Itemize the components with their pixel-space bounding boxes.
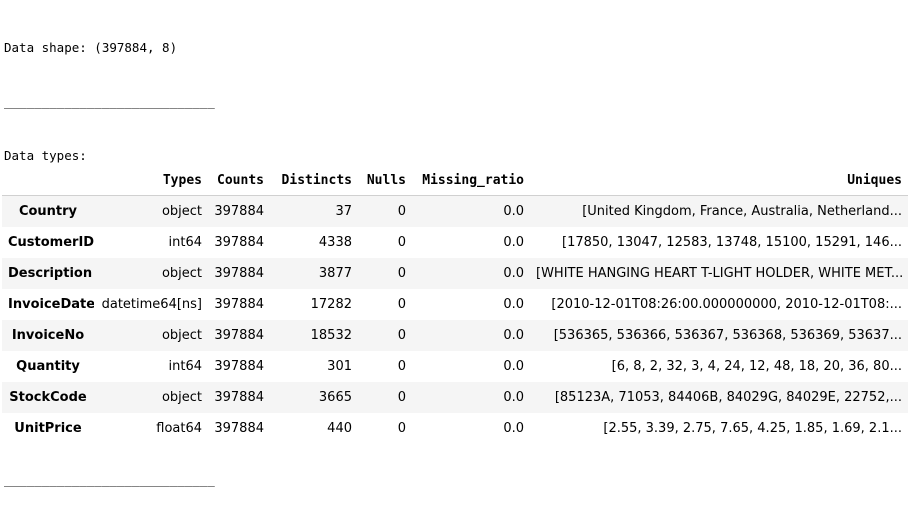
table-row: UnitPrice float64 397884 440 0 0.0 [2.55, 3.39… [2, 413, 908, 444]
row-index-label: Country [18, 204, 78, 219]
row-index-label: StockCode [9, 390, 87, 405]
table-row: Description object 397884 3877 0 0.0 [WHITE HA… [2, 258, 908, 289]
cell-missing-ratio: 0.0 [503, 297, 524, 312]
cell-missing-ratio: 0.0 [503, 421, 524, 436]
table-row: CustomerID int64 397884 4338 0 0.0 [17850, 130… [2, 227, 908, 258]
cell-distincts: 37 [335, 204, 352, 219]
cell-counts: 397884 [214, 421, 264, 436]
index-header [2, 165, 94, 196]
column-header-missing-ratio: Missing_ratio [412, 165, 530, 196]
cell-uniques: [85123A, 71053, 84406B, 84029G, 84029E, … [554, 390, 902, 405]
cell-types: object [161, 390, 202, 405]
cell-distincts: 4338 [318, 235, 352, 250]
cell-uniques: [6, 8, 2, 32, 3, 4, 24, 12, 48, 18, 20, … [611, 359, 902, 374]
cell-uniques: [2.55, 3.39, 2.75, 7.65, 4.25, 1.85, 1.6… [603, 421, 902, 436]
cell-nulls: 0 [397, 421, 406, 436]
column-header-nulls: Nulls [358, 165, 412, 196]
cell-missing-ratio: 0.0 [503, 204, 524, 219]
table-row: StockCode object 397884 3665 0 0.0 [85123A, 71… [2, 382, 908, 413]
cell-uniques: [17850, 13047, 12583, 13748, 15100, 1529… [562, 235, 902, 250]
cell-nulls: 0 [397, 204, 406, 219]
table-row: Country object 397884 37 0 0.0 [United Kingdom… [2, 195, 908, 227]
table-row: Quantity int64 397884 301 0 0.0 [6, 8, 2, 32, … [2, 351, 908, 382]
row-index-label: UnitPrice [14, 421, 82, 436]
cell-counts: 397884 [214, 266, 264, 281]
cell-types: datetime64[ns] [101, 297, 202, 312]
cell-nulls: 0 [397, 266, 406, 281]
row-index-label: Quantity [16, 359, 80, 374]
separator-line: ____________________________ [4, 94, 215, 109]
cell-missing-ratio: 0.0 [503, 235, 524, 250]
cell-nulls: 0 [397, 235, 406, 250]
cell-counts: 397884 [214, 328, 264, 343]
cell-uniques: [WHITE HANGING HEART T-LIGHT HOLDER, WHI… [536, 266, 904, 281]
cell-distincts: 18532 [310, 328, 352, 343]
separator-line: ____________________________ [4, 472, 215, 487]
cell-nulls: 0 [397, 328, 406, 343]
row-index-label: InvoiceDate [8, 297, 94, 312]
row-index-label: CustomerID [8, 235, 94, 250]
cell-missing-ratio: 0.0 [503, 359, 524, 374]
shape-line: Data shape: (397884, 8) [4, 40, 178, 55]
cell-counts: 397884 [214, 359, 264, 374]
cell-distincts: 3665 [318, 390, 352, 405]
cell-nulls: 0 [397, 359, 406, 374]
row-index-label: Description [8, 266, 93, 281]
cell-nulls: 0 [397, 390, 406, 405]
table-header-row: Types Counts Distincts Nulls Missing_rat… [2, 165, 908, 196]
table-row: InvoiceDate datetime64[ns] 397884 17282 0 0.0… [2, 289, 908, 320]
cell-missing-ratio: 0.0 [503, 266, 524, 281]
cell-counts: 397884 [214, 390, 264, 405]
cell-types: float64 [156, 421, 202, 436]
cell-uniques: [United Kingdom, France, Australia, Neth… [582, 204, 902, 219]
cell-missing-ratio: 0.0 [503, 328, 524, 343]
summary-dataframe: Types Counts Distincts Nulls Missing_rat… [2, 165, 908, 444]
cell-uniques: [2010-12-01T08:26:00.000000000, 2010-12-… [551, 297, 902, 312]
table-row: InvoiceNo object 397884 18532 0 0.0 [536365, 5… [2, 320, 908, 351]
cell-types: int64 [168, 359, 203, 374]
cell-counts: 397884 [214, 297, 264, 312]
column-header-uniques: Uniques [530, 165, 908, 196]
cell-types: int64 [168, 235, 203, 250]
column-header-types: Types [94, 165, 208, 196]
column-header-distincts: Distincts [270, 165, 358, 196]
cell-types: object [161, 204, 202, 219]
cell-distincts: 301 [327, 359, 352, 374]
cell-counts: 397884 [214, 204, 264, 219]
cell-nulls: 0 [397, 297, 406, 312]
cell-distincts: 440 [327, 421, 352, 436]
cell-counts: 397884 [214, 235, 264, 250]
types-header: Data types: [4, 148, 87, 163]
cell-types: object [161, 266, 202, 281]
row-index-label: InvoiceNo [11, 328, 85, 343]
cell-types: object [161, 328, 202, 343]
column-header-counts: Counts [208, 165, 270, 196]
cell-distincts: 17282 [310, 297, 352, 312]
cell-uniques: [536365, 536366, 536367, 536368, 536369,… [553, 328, 902, 343]
cell-missing-ratio: 0.0 [503, 390, 524, 405]
cell-distincts: 3877 [318, 266, 352, 281]
